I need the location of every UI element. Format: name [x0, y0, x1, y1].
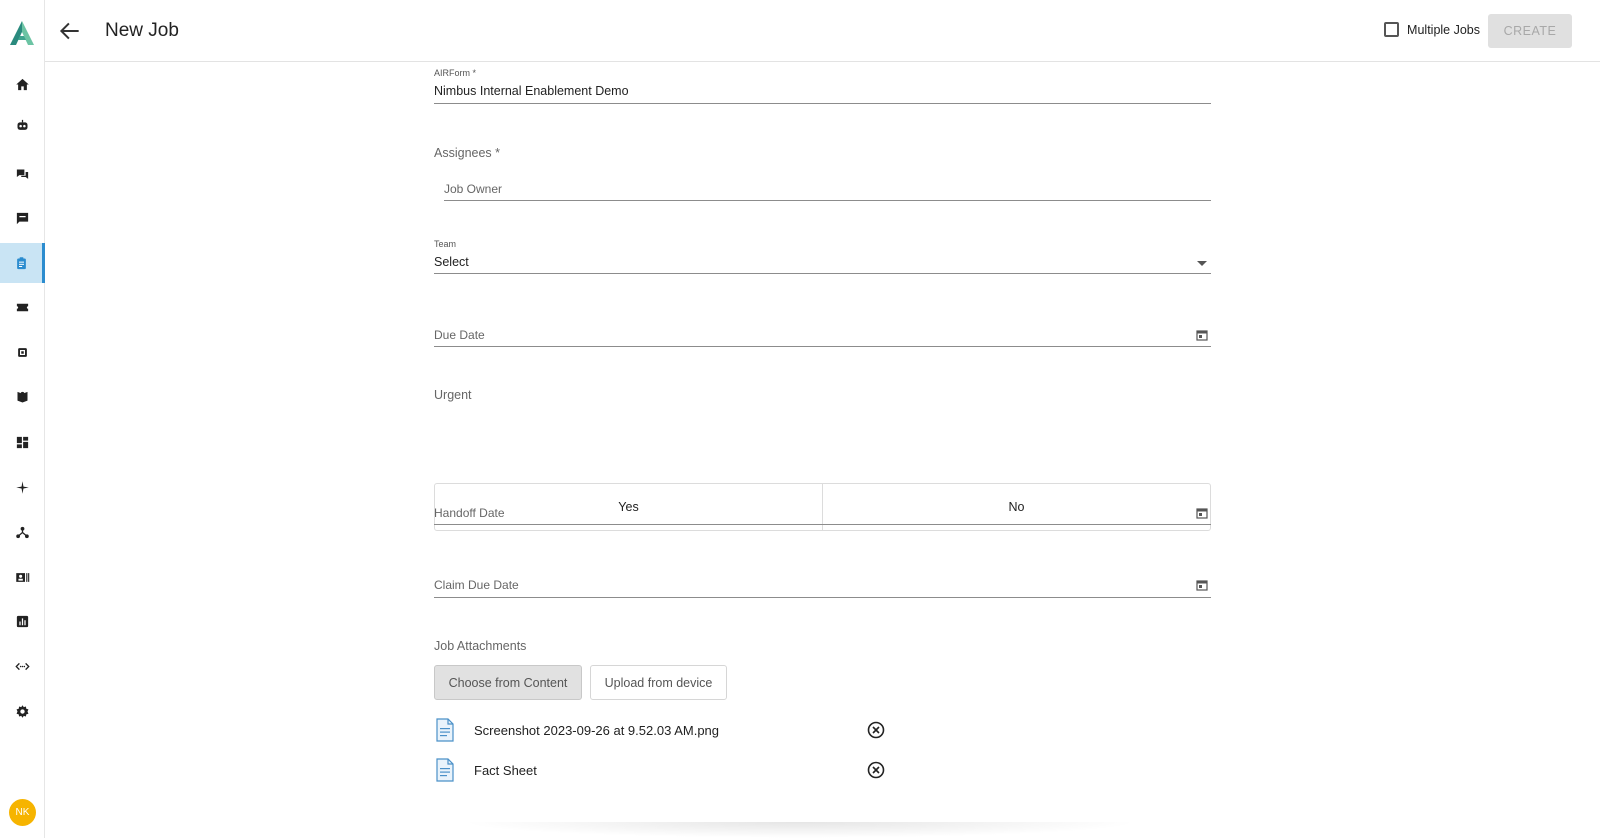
team-select[interactable]: Select	[434, 255, 469, 269]
calendar-icon[interactable]	[1196, 507, 1208, 519]
home-icon	[16, 78, 29, 90]
sidebar-item-models[interactable]	[0, 332, 45, 372]
sidebar-item-conversations[interactable]	[0, 154, 45, 194]
page-title: New Job	[105, 20, 179, 41]
contact-card-icon	[16, 572, 30, 582]
code-icon	[15, 662, 30, 670]
airform-label: AIRForm *	[434, 68, 477, 78]
sidebar-item-jobs[interactable]	[0, 243, 45, 283]
remove-circle-icon[interactable]	[867, 761, 885, 779]
message-icon	[16, 212, 29, 224]
multiple-jobs-checkbox[interactable]	[1384, 22, 1400, 37]
back-arrow-icon[interactable]	[57, 18, 83, 44]
create-button[interactable]: CREATE	[1488, 14, 1572, 48]
book-icon	[17, 391, 28, 402]
scroll-shadow	[460, 822, 1140, 838]
app-logo[interactable]	[7, 18, 37, 48]
sidebar-item-integrations[interactable]	[0, 512, 45, 552]
sidebar-item-tickets[interactable]	[0, 287, 45, 327]
attachment-item: Fact Sheet	[434, 758, 894, 784]
team-label: Team	[434, 239, 457, 249]
attachment-item: Screenshot 2023-09-26 at 9.52.03 AM.png	[434, 718, 894, 744]
ticket-icon	[16, 303, 29, 311]
sidebar-item-bots[interactable]	[0, 105, 45, 145]
airform-underline	[434, 103, 1211, 104]
remove-circle-icon[interactable]	[867, 721, 885, 739]
document-icon	[436, 718, 454, 742]
job-owner-underline	[444, 200, 1211, 201]
due-date-input[interactable]: Due Date	[434, 328, 485, 342]
multiple-jobs-toggle[interactable]: Multiple Jobs	[1384, 22, 1480, 37]
handoff-date-input[interactable]: Handoff Date	[434, 506, 505, 520]
document-icon	[436, 758, 454, 782]
attachment-name[interactable]: Fact Sheet	[474, 763, 537, 778]
calendar-icon[interactable]	[1196, 329, 1208, 341]
chat-bubbles-icon	[16, 169, 29, 179]
settings-icon	[16, 704, 29, 718]
attachment-name[interactable]: Screenshot 2023-09-26 at 9.52.03 AM.png	[474, 723, 719, 738]
urgent-label: Urgent	[434, 388, 472, 402]
claim-due-date-input[interactable]: Claim Due Date	[434, 578, 519, 592]
multiple-jobs-label: Multiple Jobs	[1407, 22, 1480, 37]
handoff-date-underline	[434, 524, 1211, 525]
choose-from-content-button[interactable]: Choose from Content	[434, 665, 582, 700]
analytics-icon	[16, 615, 29, 627]
sidebar-item-knowledge[interactable]	[0, 377, 45, 417]
job-owner-input[interactable]: Job Owner	[444, 182, 502, 196]
assignees-label: Assignees *	[434, 146, 501, 160]
airform-field[interactable]: Nimbus Internal Enablement Demo	[434, 84, 629, 98]
claim-due-date-underline	[434, 597, 1211, 598]
sidebar-item-home[interactable]	[0, 64, 45, 104]
sparkle-icon	[16, 480, 29, 494]
upload-from-device-button[interactable]: Upload from device	[590, 665, 727, 700]
calendar-icon[interactable]	[1196, 579, 1208, 591]
sidebar-item-contacts[interactable]	[0, 557, 45, 597]
chip-icon	[18, 347, 27, 357]
user-avatar[interactable]: NK	[9, 799, 36, 826]
due-date-underline	[434, 346, 1211, 347]
job-attachments-label: Job Attachments	[434, 639, 527, 653]
sidebar-item-analytics[interactable]	[0, 601, 45, 641]
clipboard-icon	[16, 256, 26, 269]
sidebar-item-api[interactable]	[0, 646, 45, 686]
team-underline	[434, 273, 1211, 274]
top-bar: New Job Multiple Jobs CREATE	[45, 0, 1600, 62]
hub-icon	[16, 526, 29, 538]
sidebar-item-dashboards[interactable]	[0, 422, 45, 462]
sidebar-item-messages[interactable]	[0, 198, 45, 238]
dashboard-icon	[16, 436, 29, 448]
sidebar-item-ai[interactable]	[0, 467, 45, 507]
chevron-down-icon[interactable]	[1197, 261, 1207, 266]
sidebar-item-settings[interactable]	[0, 691, 45, 731]
sidebar: NK	[0, 0, 45, 838]
robot-icon	[17, 119, 28, 130]
